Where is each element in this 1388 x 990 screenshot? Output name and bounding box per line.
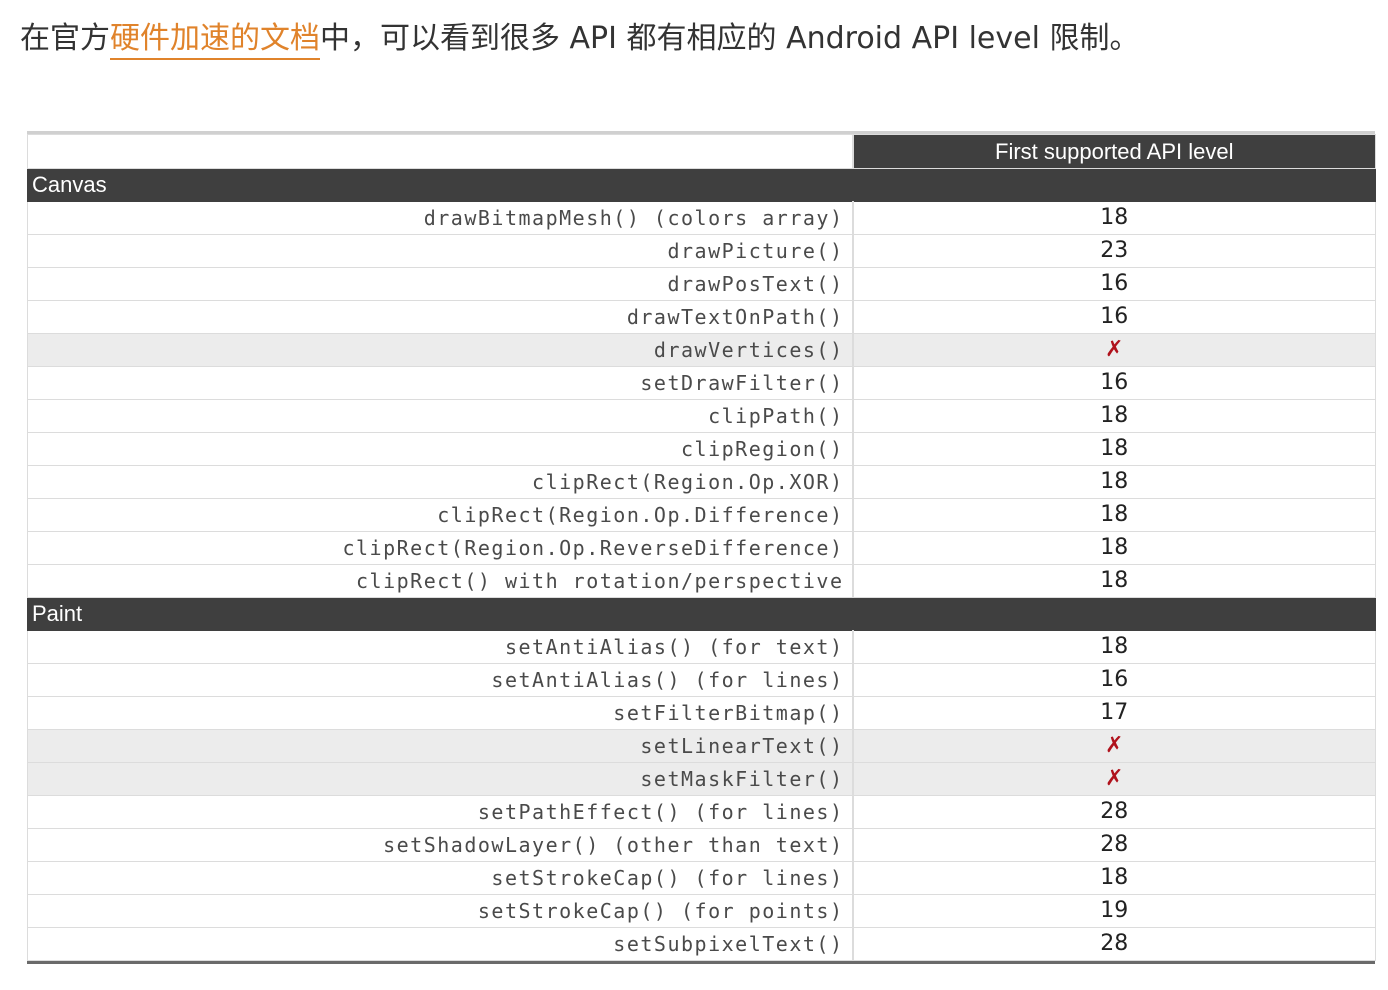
table-row: drawVertices() ✗ [27,333,1376,367]
api-level-cell: 28 [852,927,1376,961]
intro-paragraph: 在官方硬件加速的文档中，可以看到很多 API 都有相应的 Android API… [20,14,1139,64]
unsupported-cross-icon: ✗ [852,729,1376,763]
api-name-cell: clipRect(Region.Op.XOR) [27,465,854,499]
api-name-cell: setDrawFilter() [27,366,854,400]
api-level-table: First supported API level Canvas drawBitm… [27,131,1376,964]
table-row: setPathEffect() (for lines) 28 [27,795,1376,829]
table-row: drawPosText() 16 [27,267,1376,301]
api-name-cell: drawTextOnPath() [27,300,854,334]
intro-text-before: 在官方 [20,21,110,56]
api-name-cell: setLinearText() [27,729,854,763]
section-row-paint: Paint [27,597,1376,631]
table-row: clipRegion() 18 [27,432,1376,466]
api-level-cell: 16 [852,663,1376,697]
table-row: setMaskFilter() ✗ [27,762,1376,796]
table-row: drawBitmapMesh() (colors array) 18 [27,201,1376,235]
table-row: drawPicture() 23 [27,234,1376,268]
table-row: setStrokeCap() (for lines) 18 [27,861,1376,895]
table-row: drawTextOnPath() 16 [27,300,1376,334]
section-title: Paint [27,597,1376,631]
api-name-cell: setShadowLayer() (other than text) [27,828,854,862]
table-row: setSubpixelText() 28 [27,927,1376,961]
table-row: clipRect(Region.Op.ReverseDifference) 18 [27,531,1376,565]
api-level-cell: 16 [852,267,1376,301]
api-level-cell: 28 [852,828,1376,862]
hardware-acceleration-docs-link[interactable]: 硬件加速的文档 [110,21,320,60]
api-name-cell: setAntiAlias() (for text) [27,630,854,664]
api-name-cell: setMaskFilter() [27,762,854,796]
api-name-cell: drawVertices() [27,333,854,367]
api-name-cell: setSubpixelText() [27,927,854,961]
api-name-cell: setPathEffect() (for lines) [27,795,854,829]
api-name-cell: clipPath() [27,399,854,433]
api-level-cell: 18 [852,531,1376,565]
api-level-cell: 18 [852,432,1376,466]
api-name-cell: drawBitmapMesh() (colors array) [27,201,854,235]
header-blank-cell [27,134,854,169]
api-name-cell: clipRect(Region.Op.ReverseDifference) [27,531,854,565]
table-row: clipPath() 18 [27,399,1376,433]
unsupported-cross-icon: ✗ [852,762,1376,796]
api-level-cell: 19 [852,894,1376,928]
api-name-cell: clipRegion() [27,432,854,466]
api-name-cell: setStrokeCap() (for lines) [27,861,854,895]
section-row-canvas: Canvas [27,168,1376,202]
api-level-cell: 18 [852,201,1376,235]
api-level-cell: 16 [852,366,1376,400]
api-table: First supported API level Canvas drawBitm… [27,134,1376,961]
table-row: clipRect(Region.Op.Difference) 18 [27,498,1376,532]
api-level-cell: 18 [852,630,1376,664]
api-name-cell: clipRect(Region.Op.Difference) [27,498,854,532]
table-header-row: First supported API level [27,134,1376,169]
table-row: setFilterBitmap() 17 [27,696,1376,730]
api-level-cell: 18 [852,465,1376,499]
api-name-cell: clipRect() with rotation/perspective [27,564,854,598]
intro-text-after: 中，可以看到很多 API 都有相应的 Android API level 限制。 [320,21,1140,56]
table-row: setStrokeCap() (for points) 19 [27,894,1376,928]
api-table-body: First supported API level Canvas drawBitm… [27,134,1376,961]
table-row: setAntiAlias() (for lines) 16 [27,663,1376,697]
api-level-cell: 18 [852,498,1376,532]
section-title: Canvas [27,168,1376,202]
header-first-supported-api-level: First supported API level [852,134,1376,169]
api-name-cell: setStrokeCap() (for points) [27,894,854,928]
unsupported-cross-icon: ✗ [852,333,1376,367]
api-name-cell: drawPosText() [27,267,854,301]
table-row: clipRect(Region.Op.XOR) 18 [27,465,1376,499]
api-level-cell: 18 [852,861,1376,895]
api-level-cell: 18 [852,399,1376,433]
api-level-cell: 28 [852,795,1376,829]
table-row: setShadowLayer() (other than text) 28 [27,828,1376,862]
api-level-cell: 18 [852,564,1376,598]
api-level-cell: 23 [852,234,1376,268]
api-name-cell: setFilterBitmap() [27,696,854,730]
table-row: setLinearText() ✗ [27,729,1376,763]
api-name-cell: setAntiAlias() (for lines) [27,663,854,697]
api-level-cell: 16 [852,300,1376,334]
table-row: setAntiAlias() (for text) 18 [27,630,1376,664]
table-row: clipRect() with rotation/perspective 18 [27,564,1376,598]
api-level-cell: 17 [852,696,1376,730]
api-name-cell: drawPicture() [27,234,854,268]
table-row: setDrawFilter() 16 [27,366,1376,400]
